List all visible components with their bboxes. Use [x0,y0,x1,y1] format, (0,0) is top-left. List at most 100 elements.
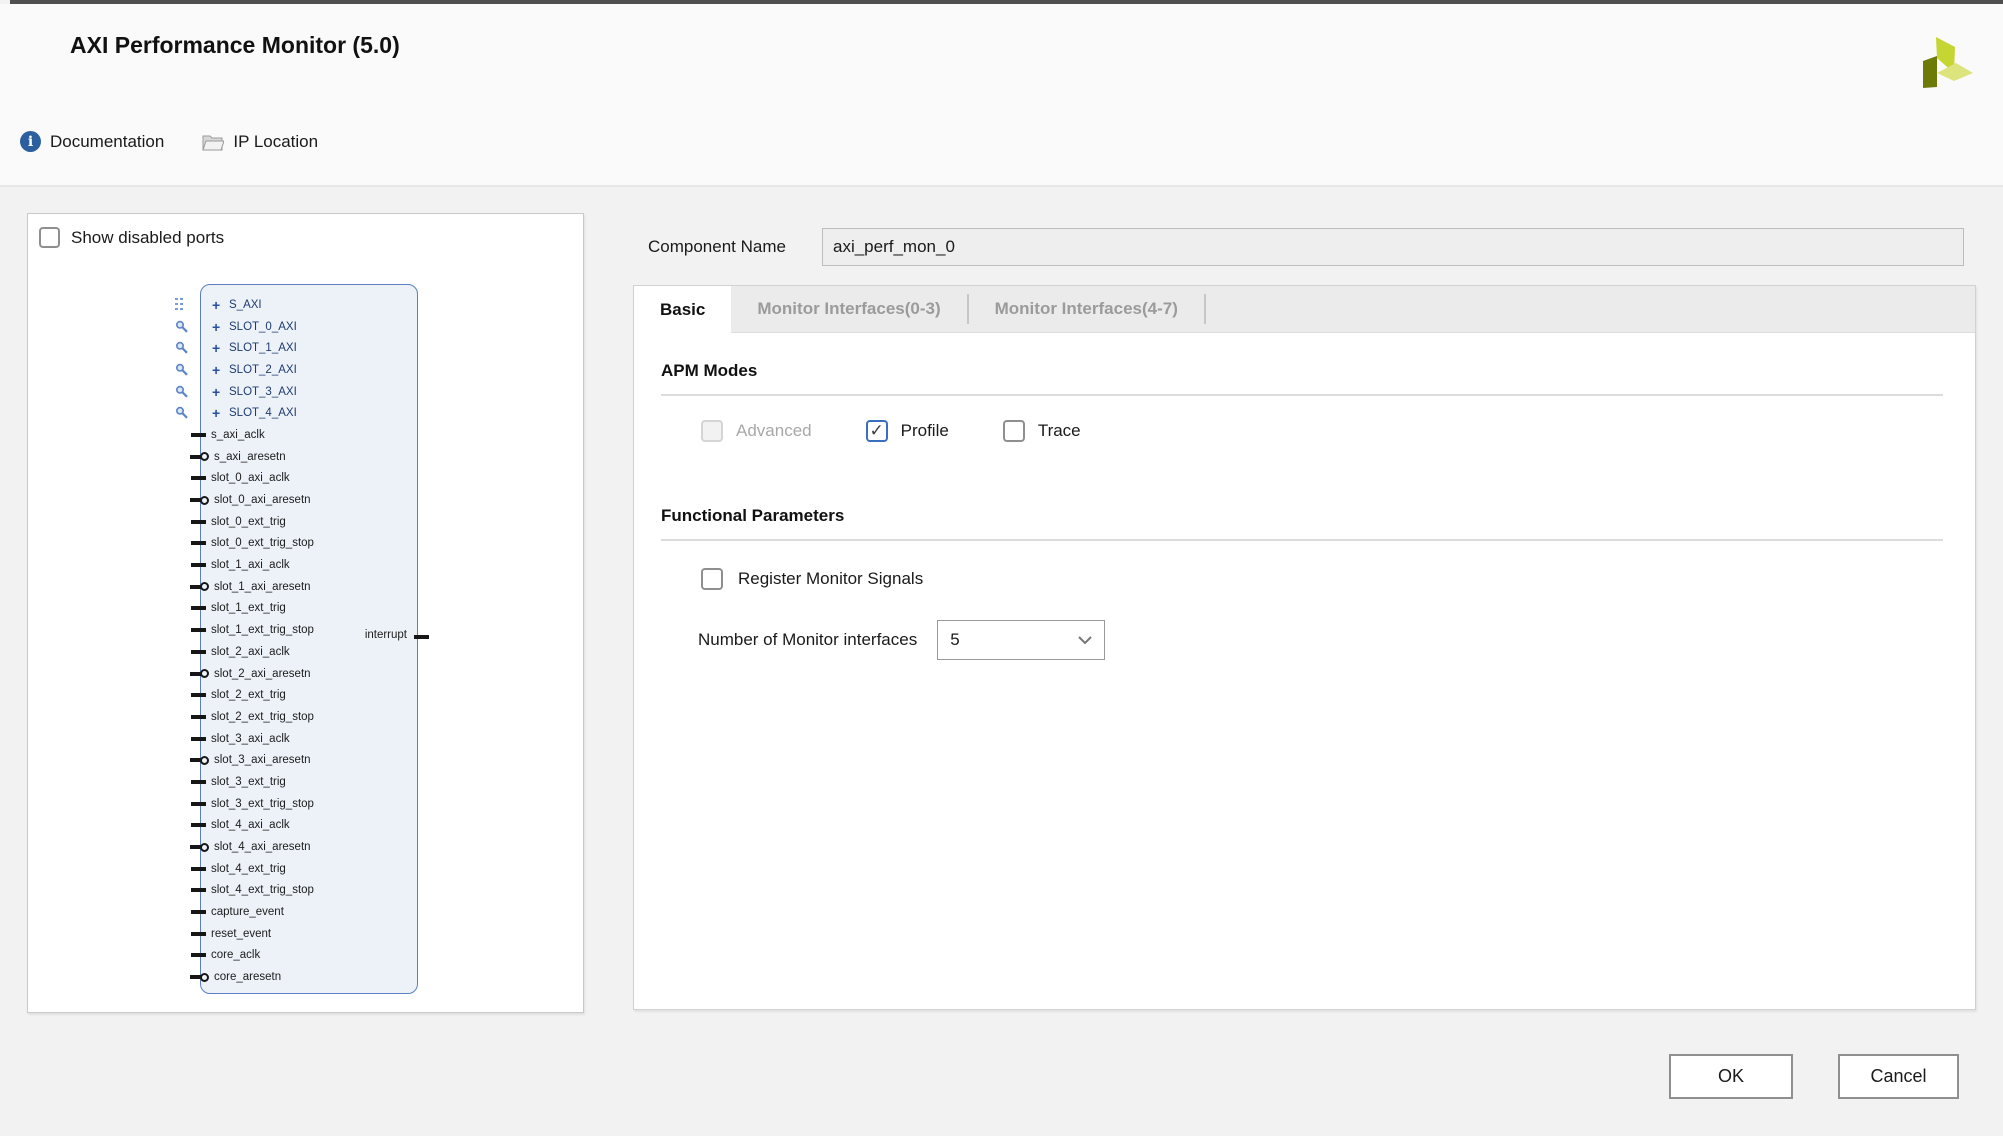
port-row-slot_4_ext_trig_stop: slot_4_ext_trig_stop [201,880,417,902]
number-of-monitor-interfaces-select[interactable]: 5 [937,620,1105,660]
port-row-slot_2_ext_trig: slot_2_ext_trig [201,684,417,706]
port-row-SLOT_1_AXI[interactable]: +SLOT_1_AXI [201,337,417,359]
trace-checkbox[interactable]: ✓ [1003,420,1025,442]
expand-plus-icon[interactable]: + [212,405,226,421]
reset-ring-icon [200,843,209,852]
reset-ring-icon [200,496,209,505]
cancel-button[interactable]: Cancel [1838,1054,1959,1099]
register-monitor-signals-label: Register Monitor Signals [738,569,923,589]
tab-monitor-interfaces-0-3[interactable]: Monitor Interfaces(0-3) [731,286,966,332]
pin-stub [191,802,206,806]
expand-plus-icon[interactable]: + [212,384,226,400]
magnifier-icon[interactable] [175,406,189,420]
documentation-link[interactable]: Documentation [50,132,164,152]
apm-modes-heading: APM Modes [661,361,1943,381]
apm-option-profile: ✓ Profile [866,420,949,442]
port-row-core_aresetn: core_aresetn [201,966,417,988]
port-row-SLOT_2_AXI[interactable]: +SLOT_2_AXI [201,359,417,381]
port-label: slot_2_ext_trig [211,689,286,701]
port-row-slot_0_ext_trig: slot_0_ext_trig [201,511,417,533]
apm-option-advanced: ✓ Advanced [701,420,812,442]
profile-label: Profile [901,421,949,441]
advanced-checkbox: ✓ [701,420,723,442]
port-label: slot_4_axi_aclk [211,819,290,831]
port-row-slot_3_axi_aresetn: slot_3_axi_aresetn [201,749,417,771]
port-row-slot_2_axi_aclk: slot_2_axi_aclk [201,641,417,663]
pin-stub [191,888,206,892]
chevron-down-icon [1078,636,1092,644]
port-label: S_AXI [229,299,262,311]
apm-option-trace: ✓ Trace [1003,420,1081,442]
port-label: s_axi_aclk [211,429,265,441]
tab-content-basic: APM Modes ✓ Advanced ✓ Profile ✓ Trace [634,333,1975,660]
port-label: slot_1_ext_trig_stop [211,624,314,636]
number-of-monitor-interfaces-label: Number of Monitor interfaces [698,630,917,650]
register-monitor-signals-row: ✓ Register Monitor Signals [701,568,1943,590]
port-label: slot_0_axi_aresetn [214,494,311,506]
register-monitor-signals-checkbox[interactable]: ✓ [701,568,723,590]
show-disabled-ports-label: Show disabled ports [71,228,224,248]
port-label: slot_2_axi_aclk [211,646,290,658]
reset-ring-icon [200,582,209,591]
port-label: slot_4_ext_trig [211,863,286,875]
port-label: core_aclk [211,949,260,961]
reset-ring-icon [200,452,209,461]
port-label: slot_1_ext_trig [211,602,286,614]
magnifier-icon[interactable] [175,320,189,334]
tab-strip: Basic Monitor Interfaces(0-3) Monitor In… [634,286,1975,333]
port-label: SLOT_4_AXI [229,407,297,419]
pin-stub [191,867,206,871]
tab-monitor-interfaces-4-7[interactable]: Monitor Interfaces(4-7) [969,286,1204,332]
pin-stub [191,953,206,957]
apm-mode-options: ✓ Advanced ✓ Profile ✓ Trace [701,420,1943,442]
block-preview-panel: Show disabled ports +S_AXI+SLOT_0_AXI+SL… [27,213,584,1013]
block-ports: +S_AXI+SLOT_0_AXI+SLOT_1_AXI+SLOT_2_AXI+… [201,294,417,988]
advanced-label: Advanced [736,421,812,441]
port-row-slot_3_ext_trig: slot_3_ext_trig [201,771,417,793]
port-label: slot_2_axi_aresetn [214,668,311,680]
expand-plus-icon[interactable]: + [212,297,226,313]
port-label: s_axi_aresetn [214,451,286,463]
pin-stub [191,563,206,567]
port-label: reset_event [211,928,271,940]
ip-block-diagram: +S_AXI+SLOT_0_AXI+SLOT_1_AXI+SLOT_2_AXI+… [200,284,418,994]
profile-checkbox[interactable]: ✓ [866,420,888,442]
functional-parameters-rule [661,539,1943,541]
port-row-s_axi_aresetn: s_axi_aresetn [201,446,417,468]
tab-separator [1204,294,1206,324]
pin-stub [191,433,206,437]
drag-dots-icon [175,298,189,312]
pin-stub [191,520,206,524]
port-label: slot_0_axi_aclk [211,472,290,484]
port-row-SLOT_3_AXI[interactable]: +SLOT_3_AXI [201,381,417,403]
magnifier-icon[interactable] [175,363,189,377]
reset-ring-icon [200,669,209,678]
ip-location-link[interactable]: IP Location [233,132,318,152]
pin-stub [191,476,206,480]
expand-plus-icon[interactable]: + [212,340,226,356]
port-row-SLOT_4_AXI[interactable]: +SLOT_4_AXI [201,402,417,424]
port-row-S_AXI[interactable]: +S_AXI [201,294,417,316]
pin-stub [191,693,206,697]
port-row-SLOT_0_AXI[interactable]: +SLOT_0_AXI [201,316,417,338]
component-name-input[interactable]: axi_perf_mon_0 [822,228,1964,266]
magnifier-icon[interactable] [175,341,189,355]
port-label: slot_3_ext_trig_stop [211,798,314,810]
port-row-slot_1_axi_aclk: slot_1_axi_aclk [201,554,417,576]
port-row-slot_4_axi_aclk: slot_4_axi_aclk [201,815,417,837]
port-label: capture_event [211,906,284,918]
port-label: slot_0_ext_trig_stop [211,537,314,549]
port-row-slot_3_axi_aclk: slot_3_axi_aclk [201,728,417,750]
magnifier-icon[interactable] [175,385,189,399]
port-label: SLOT_2_AXI [229,364,297,376]
vendor-logo-icon [1916,31,1978,98]
expand-plus-icon[interactable]: + [212,319,226,335]
ok-button[interactable]: OK [1669,1054,1793,1099]
info-icon: i [20,131,41,152]
tab-basic[interactable]: Basic [634,286,731,333]
expand-plus-icon[interactable]: + [212,362,226,378]
port-row-slot_1_ext_trig: slot_1_ext_trig [201,598,417,620]
show-disabled-ports-checkbox[interactable] [39,227,60,248]
pin-stub [191,541,206,545]
port-row-s_axi_aclk: s_axi_aclk [201,424,417,446]
